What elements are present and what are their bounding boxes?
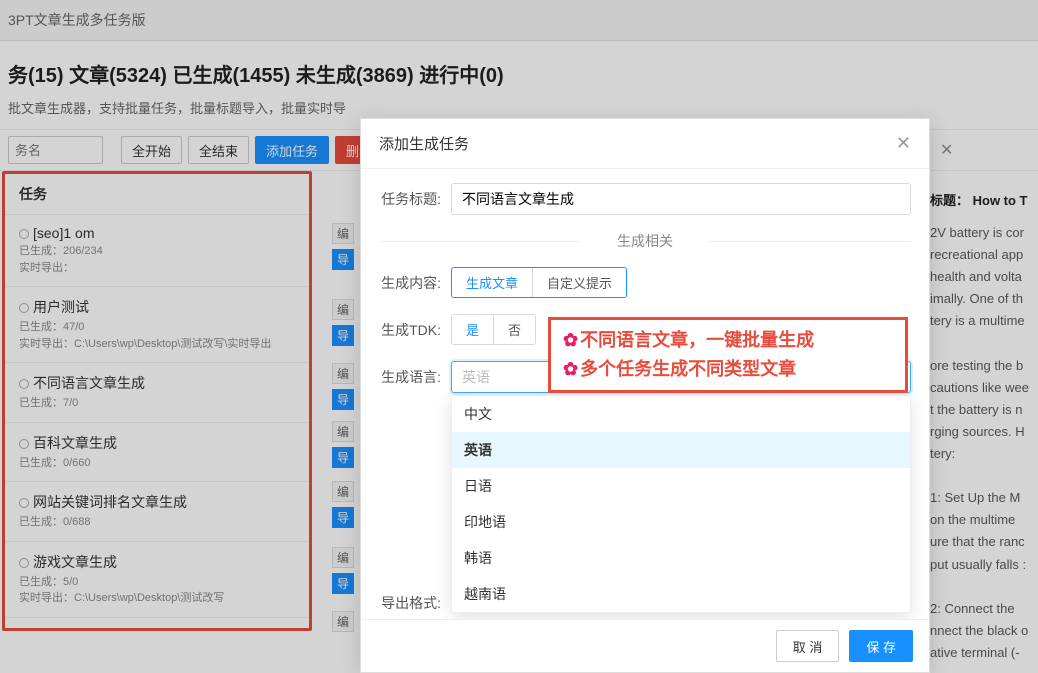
gen-tdk-label: 生成TDK:: [379, 320, 451, 340]
add-task-modal: 添加生成任务 ✕ 任务标题: 生成相关 生成内容: 生成文章 自定义提示 生成T…: [360, 118, 930, 673]
lang-option[interactable]: 印地语: [452, 504, 910, 540]
gen-lang-value: 英语: [462, 367, 490, 387]
lang-option[interactable]: 韩语: [452, 540, 910, 576]
task-title-label: 任务标题:: [379, 189, 451, 209]
modal-title: 添加生成任务: [379, 133, 469, 154]
modal-close-icon[interactable]: ✕: [896, 133, 911, 154]
callout-line2: 多个任务生成不同类型文章: [580, 359, 796, 379]
lang-option[interactable]: 越南语: [452, 576, 910, 612]
tdk-no[interactable]: 否: [493, 315, 535, 344]
cancel-button[interactable]: 取 消: [776, 630, 840, 662]
section-gen-title: 生成相关: [379, 231, 911, 251]
gen-content-custom[interactable]: 自定义提示: [532, 268, 626, 297]
lang-option[interactable]: 英语: [452, 432, 910, 468]
flower-icon: ✿: [563, 359, 578, 379]
lang-option[interactable]: 中文: [452, 396, 910, 432]
export-format-label: 导出格式:: [379, 593, 451, 613]
task-title-input[interactable]: [451, 183, 911, 215]
lang-option[interactable]: 日语: [452, 468, 910, 504]
callout-line1: 不同语言文章，一键批量生成: [580, 330, 814, 350]
save-button[interactable]: 保 存: [849, 630, 913, 662]
flower-icon: ✿: [563, 330, 578, 350]
tdk-yes[interactable]: 是: [452, 315, 493, 344]
gen-content-article[interactable]: 生成文章: [452, 268, 532, 297]
feature-callout: ✿不同语言文章，一键批量生成 ✿多个任务生成不同类型文章: [548, 317, 908, 393]
gen-content-label: 生成内容:: [379, 273, 451, 293]
lang-dropdown: 中文英语日语印地语韩语越南语: [451, 395, 911, 613]
gen-lang-label: 生成语言:: [379, 367, 451, 387]
